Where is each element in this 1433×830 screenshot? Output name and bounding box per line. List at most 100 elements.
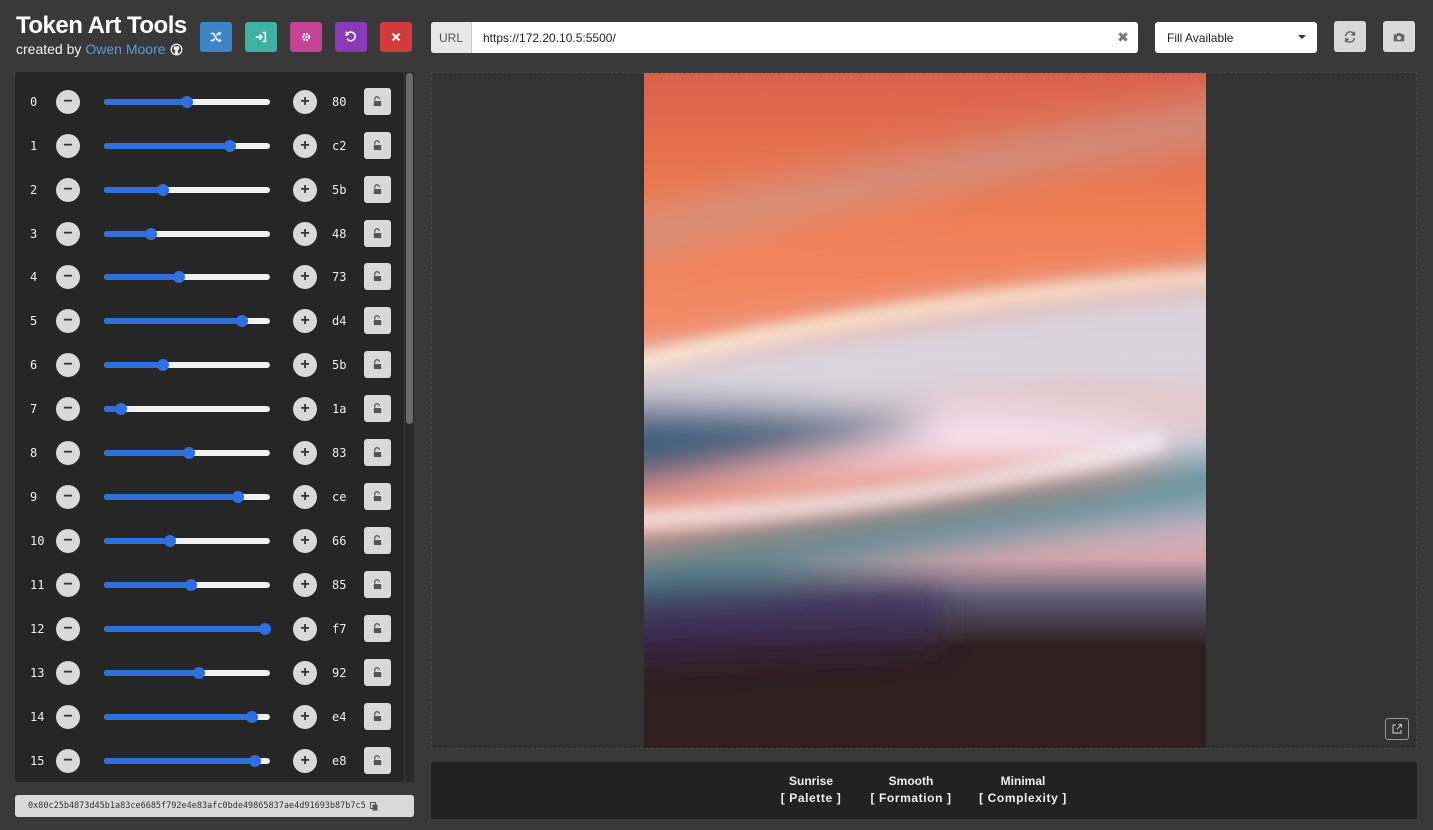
decrement-button[interactable]: − — [56, 705, 80, 729]
increment-button[interactable]: + — [293, 617, 317, 641]
decrement-button[interactable]: − — [56, 134, 80, 158]
author-link[interactable]: Owen Moore — [85, 41, 165, 57]
decrement-button[interactable]: − — [56, 617, 80, 641]
decrement-button[interactable]: − — [56, 309, 80, 333]
slider-fill — [104, 714, 253, 720]
increment-button[interactable]: + — [293, 265, 317, 289]
copy-icon[interactable] — [369, 801, 378, 811]
lock-button[interactable] — [364, 747, 391, 774]
slider-thumb[interactable] — [164, 535, 177, 547]
value-slider[interactable] — [104, 667, 270, 679]
slider-thumb[interactable] — [232, 491, 245, 503]
slider-thumb[interactable] — [258, 623, 271, 635]
lock-button[interactable] — [364, 176, 391, 203]
increment-button[interactable]: + — [293, 485, 317, 509]
increment-button[interactable]: + — [293, 705, 317, 729]
lock-button[interactable] — [364, 527, 391, 554]
slider-thumb[interactable] — [246, 711, 259, 723]
slider-thumb[interactable] — [157, 359, 170, 371]
open-external-button[interactable] — [1385, 718, 1409, 740]
refresh-button[interactable] — [1334, 21, 1366, 52]
lock-button[interactable] — [364, 703, 391, 730]
slider-thumb[interactable] — [114, 403, 127, 415]
lock-button[interactable] — [364, 659, 391, 686]
size-select[interactable]: Fill Available — [1155, 22, 1317, 53]
slider-thumb[interactable] — [184, 579, 197, 591]
lock-button[interactable] — [364, 439, 391, 466]
lock-button[interactable] — [364, 395, 391, 422]
undo-button[interactable] — [335, 22, 367, 52]
value-slider[interactable] — [104, 271, 270, 283]
lock-button[interactable] — [364, 615, 391, 642]
value-slider[interactable] — [104, 140, 270, 152]
slider-thumb[interactable] — [144, 228, 157, 240]
scrollbar[interactable] — [405, 72, 414, 782]
lock-button[interactable] — [364, 571, 391, 598]
decrement-button[interactable]: − — [56, 749, 80, 773]
decrement-button[interactable]: − — [56, 441, 80, 465]
value-slider[interactable] — [104, 623, 271, 635]
increment-button[interactable]: + — [293, 529, 317, 553]
value-slider[interactable] — [104, 711, 270, 723]
slider-thumb[interactable] — [224, 140, 237, 152]
screenshot-button[interactable] — [1383, 21, 1415, 52]
value-slider[interactable] — [104, 228, 270, 240]
value-slider[interactable] — [104, 359, 270, 371]
lock-button[interactable] — [364, 132, 391, 159]
value-slider[interactable] — [104, 491, 270, 503]
increment-button[interactable]: + — [293, 309, 317, 333]
decrement-button[interactable]: − — [56, 222, 80, 246]
decrement-button[interactable]: − — [56, 265, 80, 289]
value-slider[interactable] — [104, 403, 270, 415]
decrement-button[interactable]: − — [56, 661, 80, 685]
decrement-button[interactable]: − — [56, 397, 80, 421]
gear-icon — [301, 32, 311, 42]
increment-button[interactable]: + — [293, 178, 317, 202]
value-slider[interactable] — [104, 315, 270, 327]
slider-thumb[interactable] — [249, 755, 262, 767]
shuffle-button[interactable] — [200, 22, 232, 52]
close-button[interactable] — [380, 22, 412, 52]
increment-button[interactable]: + — [293, 397, 317, 421]
clear-url-icon[interactable]: ✖ — [1108, 22, 1138, 53]
increment-button[interactable]: + — [293, 134, 317, 158]
value-slider[interactable] — [104, 579, 270, 591]
increment-button[interactable]: + — [293, 90, 317, 114]
slider-thumb[interactable] — [236, 315, 248, 327]
slider-thumb[interactable] — [172, 271, 185, 283]
increment-button[interactable]: + — [293, 222, 317, 246]
lock-button[interactable] — [364, 263, 391, 290]
settings-button[interactable] — [290, 22, 322, 52]
slider-fill — [104, 582, 191, 588]
slider-thumb[interactable] — [183, 447, 196, 459]
scrollbar-thumb[interactable] — [406, 73, 413, 424]
lock-button[interactable] — [364, 483, 391, 510]
decrement-button[interactable]: − — [56, 90, 80, 114]
value-slider[interactable] — [104, 184, 270, 196]
decrement-button[interactable]: − — [56, 573, 80, 597]
value-slider[interactable] — [104, 96, 270, 108]
increment-button[interactable]: + — [293, 573, 317, 597]
lock-button[interactable] — [364, 307, 391, 334]
lock-button[interactable] — [364, 88, 391, 115]
decrement-button[interactable]: − — [56, 529, 80, 553]
slider-thumb[interactable] — [193, 667, 206, 679]
github-icon[interactable] — [170, 43, 183, 56]
decrement-button[interactable]: − — [56, 485, 80, 509]
slider-thumb[interactable] — [157, 184, 170, 196]
increment-button[interactable]: + — [293, 749, 317, 773]
value-slider[interactable] — [104, 447, 270, 459]
lock-button[interactable] — [364, 351, 391, 378]
value-slider[interactable] — [104, 755, 270, 767]
decrement-button[interactable]: − — [56, 353, 80, 377]
slider-thumb[interactable] — [181, 96, 194, 108]
increment-button[interactable]: + — [293, 353, 317, 377]
value-slider[interactable] — [104, 535, 270, 547]
import-button[interactable] — [245, 22, 277, 52]
increment-button[interactable]: + — [293, 661, 317, 685]
url-input[interactable] — [472, 22, 1108, 53]
lock-button[interactable] — [364, 220, 391, 247]
increment-button[interactable]: + — [293, 441, 317, 465]
token-hash-bar[interactable]: 0x80c25b4873d45b1a83ce6685f792e4e83afc0b… — [15, 795, 414, 817]
decrement-button[interactable]: − — [56, 178, 80, 202]
